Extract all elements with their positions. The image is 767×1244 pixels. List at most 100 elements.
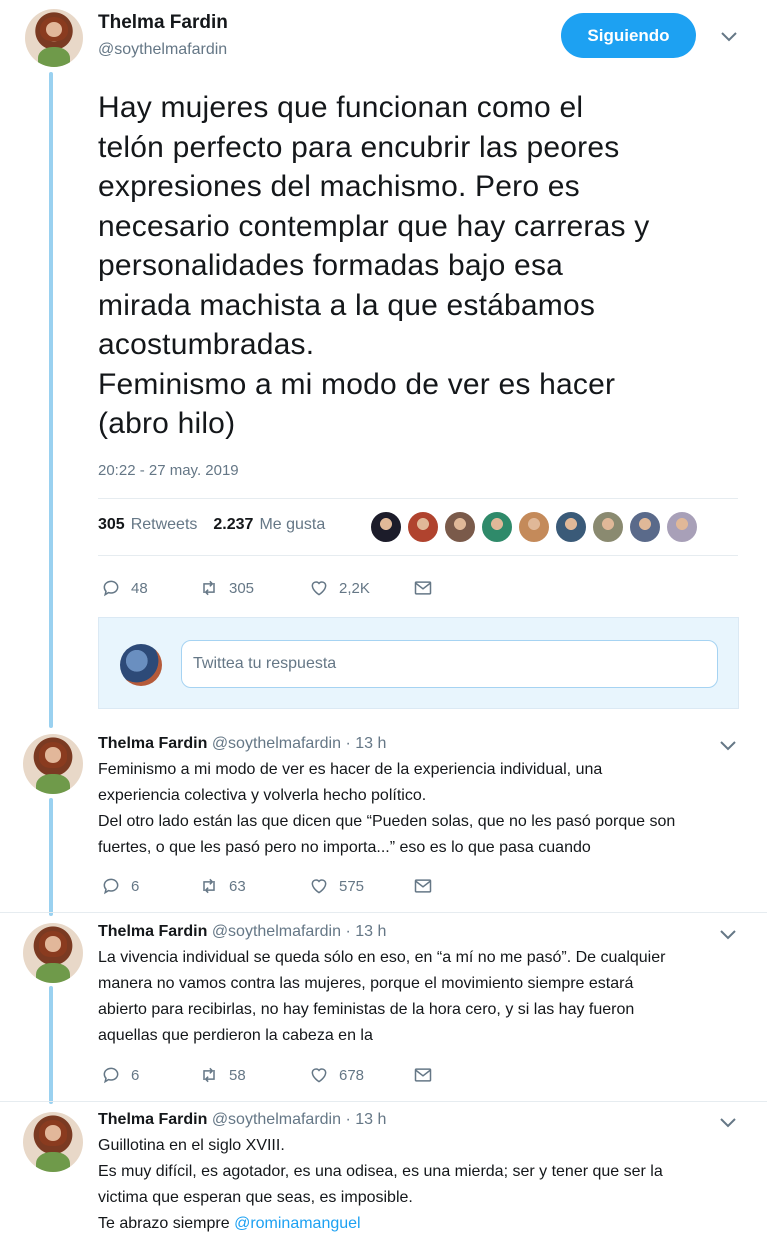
mention-link[interactable]: @rominamanguel	[234, 1215, 361, 1232]
retweet-icon	[203, 1067, 215, 1083]
retweet-action[interactable]: 63	[199, 876, 309, 896]
chevron-down-icon[interactable]	[718, 739, 738, 753]
liker-avatar[interactable]	[444, 511, 476, 543]
reply-text: La vivencia individual se queda sólo en …	[98, 945, 748, 1049]
divider	[98, 498, 738, 499]
author-name[interactable]: Thelma Fardin	[98, 12, 228, 34]
text-line: La vivencia individual se queda sólo en …	[98, 949, 666, 966]
tweet-text: Hay mujeres que funcionan como el telón …	[98, 91, 650, 440]
avatar[interactable]	[23, 1112, 83, 1172]
text-line: experiencia colectiva y volverla hecho p…	[98, 787, 427, 804]
thread-line	[49, 986, 53, 1104]
avatar[interactable]	[23, 734, 83, 794]
liker-avatar[interactable]	[592, 511, 624, 543]
retweet-count: 305	[229, 579, 255, 597]
thread-line	[49, 798, 53, 916]
reply-icon	[103, 878, 119, 895]
text-line: Del otro lado están las que dicen que “P…	[98, 813, 676, 830]
envelope-icon	[414, 581, 432, 595]
liker-avatar[interactable]	[666, 511, 698, 543]
tweet-timestamp[interactable]: 20:22 - 27 may. 2019	[98, 462, 239, 479]
author-name[interactable]: Thelma Fardin	[98, 923, 207, 940]
reply-action[interactable]: 6	[101, 876, 199, 896]
author-name[interactable]: Thelma Fardin	[98, 1111, 207, 1128]
author-handle[interactable]: @soythelmafardin	[212, 735, 341, 752]
author-handle[interactable]: @soythelmafardin	[212, 923, 341, 940]
text-line: manera no vamos contra las mujeres, porq…	[98, 975, 634, 992]
message-action[interactable]	[413, 876, 433, 896]
reply-count: 6	[131, 1066, 140, 1084]
like-count: 678	[339, 1066, 365, 1084]
tweet-actions: 6 58 678	[101, 1065, 433, 1085]
liker-avatar[interactable]	[370, 511, 402, 543]
chevron-down-icon[interactable]	[719, 30, 739, 44]
retweets-label[interactable]: Retweets	[131, 516, 198, 534]
reply-time[interactable]: · 13 h	[345, 735, 386, 752]
reply-header: Thelma Fardin @soythelmafardin · 13 h	[98, 1111, 386, 1129]
avatar[interactable]	[23, 923, 83, 983]
reply-action[interactable]: 6	[101, 1065, 199, 1085]
retweet-count: 63	[229, 877, 246, 895]
reply-time[interactable]: · 13 h	[345, 923, 386, 940]
retweet-count: 58	[229, 1066, 246, 1084]
reply-action[interactable]: 48	[101, 578, 199, 598]
reply-count: 48	[131, 579, 148, 597]
likes-label[interactable]: Me gusta	[259, 516, 325, 534]
thread-line	[49, 72, 53, 728]
reply-count: 6	[131, 877, 140, 895]
text-line: Guillotina en el siglo XVIII.	[98, 1137, 285, 1154]
reply-header: Thelma Fardin @soythelmafardin · 13 h	[98, 923, 386, 941]
divider	[0, 1101, 767, 1102]
text-line-start: Te abrazo siempre	[98, 1215, 230, 1232]
author-handle[interactable]: @soythelmafardin	[98, 41, 227, 59]
heart-icon	[311, 879, 327, 894]
heart-icon	[311, 1068, 327, 1083]
text-line: victima que esperan que seas, es imposib…	[98, 1189, 413, 1206]
text-line: abierto para recibirlas, no hay feminist…	[98, 1001, 635, 1018]
reply-icon	[103, 580, 119, 597]
tweet-actions: 6 63 575	[101, 876, 433, 896]
liker-avatar[interactable]	[481, 511, 513, 543]
like-count: 2,2K	[339, 579, 370, 597]
avatar[interactable]	[25, 9, 83, 67]
liker-avatar[interactable]	[555, 511, 587, 543]
author-handle[interactable]: @soythelmafardin	[212, 1111, 341, 1128]
reply-compose-box: Twittea tu respuesta	[98, 617, 739, 709]
retweets-count[interactable]: 305	[98, 516, 125, 534]
retweet-icon	[203, 580, 215, 596]
avatar[interactable]	[120, 644, 162, 686]
retweet-icon	[203, 878, 215, 894]
reply-time[interactable]: · 13 h	[345, 1111, 386, 1128]
retweet-action[interactable]: 58	[199, 1065, 309, 1085]
liker-avatar[interactable]	[629, 511, 661, 543]
reply-text: Feminismo a mi modo de ver es hacer de l…	[98, 757, 748, 861]
envelope-icon	[414, 879, 432, 893]
like-action[interactable]: 575	[309, 876, 413, 896]
retweet-action[interactable]: 305	[199, 578, 309, 598]
envelope-icon	[414, 1068, 432, 1082]
likes-count[interactable]: 2.237	[213, 516, 253, 534]
text-line: Feminismo a mi modo de ver es hacer de l…	[98, 761, 603, 778]
reply-header: Thelma Fardin @soythelmafardin · 13 h	[98, 735, 386, 753]
chevron-down-icon[interactable]	[718, 1116, 738, 1130]
author-name[interactable]: Thelma Fardin	[98, 735, 207, 752]
text-line: Te abrazo siempre @rominamanguel	[98, 1211, 748, 1237]
tweet-actions: 48 305 2,2K	[101, 578, 433, 598]
following-button[interactable]: Siguiendo	[561, 13, 696, 58]
message-action[interactable]	[413, 578, 433, 598]
reply-icon	[103, 1067, 119, 1084]
reply-text: Guillotina en el siglo XVIII. Es muy dif…	[98, 1133, 748, 1237]
liker-avatar[interactable]	[407, 511, 439, 543]
text-line: fuertes, o que les pasó pero no importa.…	[98, 839, 591, 856]
text-line: Es muy difícil, es agotador, es una odis…	[98, 1163, 663, 1180]
heart-icon	[311, 581, 327, 596]
reply-input[interactable]: Twittea tu respuesta	[181, 640, 718, 688]
chevron-down-icon[interactable]	[718, 928, 738, 942]
engagement-stats: 305 Retweets 2.237 Me gusta	[98, 516, 325, 534]
like-action[interactable]: 678	[309, 1065, 413, 1085]
like-action[interactable]: 2,2K	[309, 578, 413, 598]
message-action[interactable]	[413, 1065, 433, 1085]
divider	[0, 912, 767, 913]
liker-avatar[interactable]	[518, 511, 550, 543]
divider	[98, 555, 738, 556]
